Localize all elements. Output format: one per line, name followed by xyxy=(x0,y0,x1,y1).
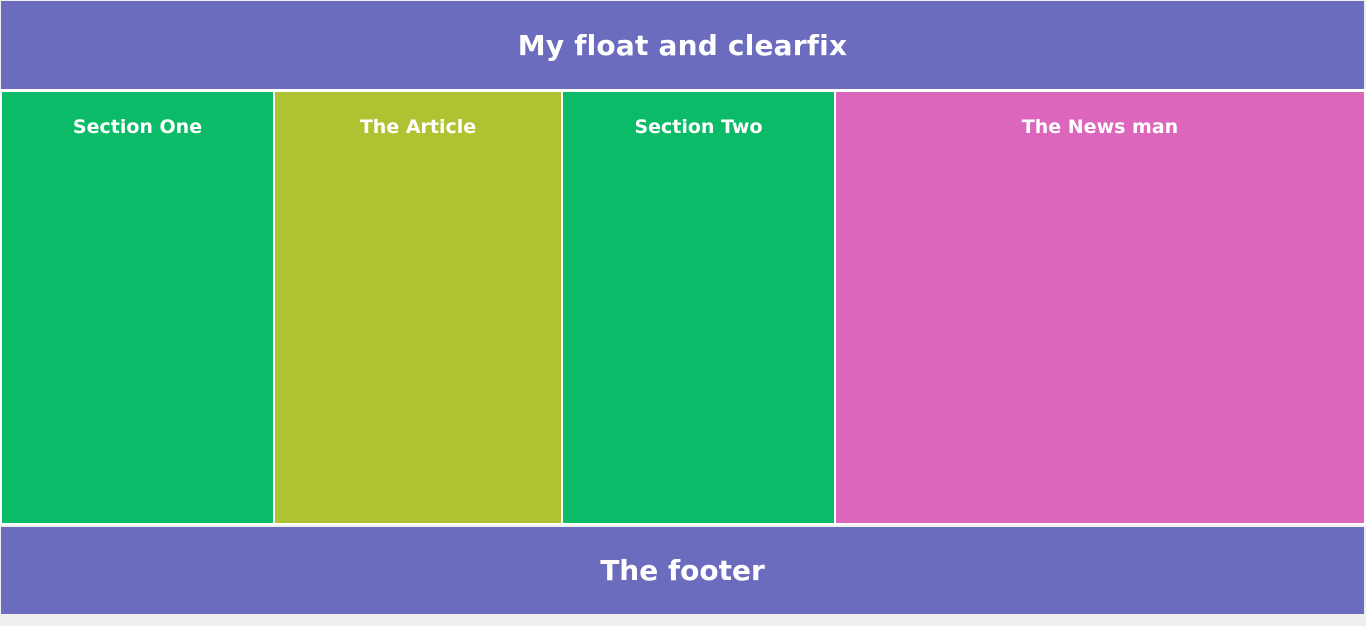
news-man-column: The News man xyxy=(836,92,1364,523)
columns-row: Section One The Article Section Two The … xyxy=(0,89,1366,525)
page-header: My float and clearfix xyxy=(1,1,1364,89)
page-footer: The footer xyxy=(1,527,1364,614)
section-two: Section Two xyxy=(563,92,834,523)
page-title: My float and clearfix xyxy=(517,28,848,62)
article: The Article xyxy=(275,92,561,523)
footer-title: The footer xyxy=(600,554,765,587)
page: My float and clearfix Section One The Ar… xyxy=(0,0,1366,626)
section-two-heading: Section Two xyxy=(634,116,763,138)
article-heading: The Article xyxy=(359,116,477,138)
section-one-heading: Section One xyxy=(72,116,203,138)
news-man-heading: The News man xyxy=(1021,116,1179,138)
section-one: Section One xyxy=(2,92,273,523)
